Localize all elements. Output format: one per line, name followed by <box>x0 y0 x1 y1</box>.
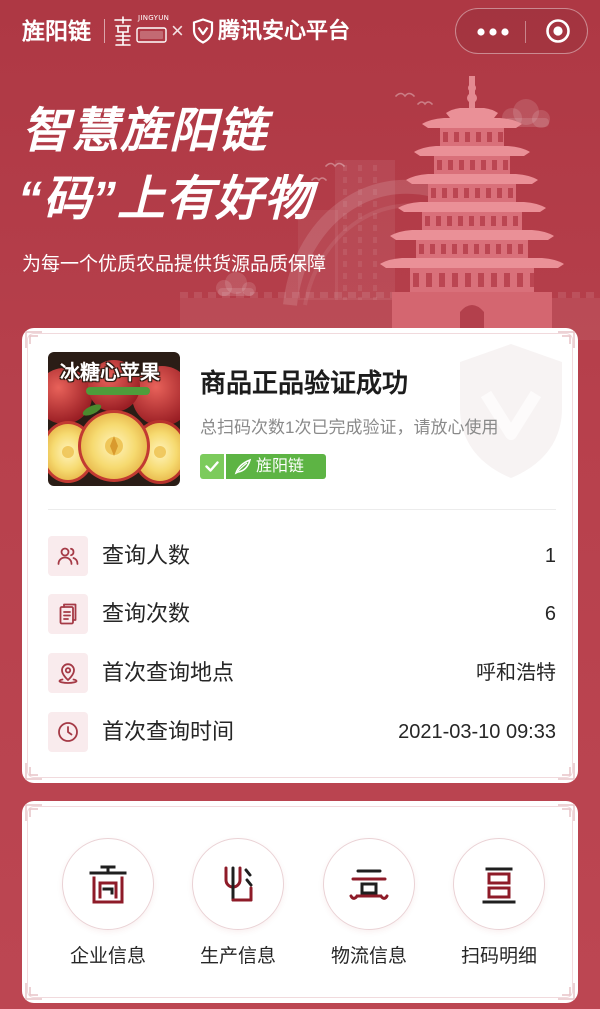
location-pin-icon <box>48 653 88 693</box>
menu-item-production[interactable]: 生产信息 <box>178 838 298 980</box>
product-tag-pill <box>86 387 150 395</box>
leaf-logo-icon <box>234 458 252 475</box>
product-image: 冰糖心苹果 <box>48 352 180 486</box>
check-icon <box>205 461 219 472</box>
document-icon <box>48 594 88 634</box>
corner-ornament <box>25 763 42 780</box>
stat-row-first-time: 首次查询时间 2021-03-10 09:33 <box>48 712 556 752</box>
product-image-label: 冰糖心苹果 <box>60 362 160 384</box>
verification-title: 商品正品验证成功 <box>200 368 409 398</box>
menu-icon-circle[interactable] <box>453 838 545 930</box>
miniprogram-capsule <box>455 8 588 54</box>
more-dots-icon[interactable] <box>476 27 510 37</box>
menu-icon-circle[interactable] <box>62 838 154 930</box>
people-icon <box>48 536 88 576</box>
scan-record-icon <box>482 867 516 904</box>
badge-check-box <box>200 454 224 479</box>
top-bar: 旌阳链 JINGYUN × 腾讯安心平台 <box>0 0 600 62</box>
brand-divider <box>104 19 105 43</box>
stat-row-query-count: 查询次数 6 <box>48 594 556 634</box>
stat-label: 查询人数 <box>102 543 191 568</box>
menu-label[interactable]: 物流信息 <box>309 945 429 969</box>
corner-ornament <box>25 331 42 348</box>
enterprise-icon <box>89 865 127 904</box>
hero-title-line2: “码”上有好物 <box>18 173 314 226</box>
stat-value: 6 <box>544 603 556 625</box>
corner-ornament <box>558 763 575 780</box>
verification-card: 冰糖心苹果 商品正品验证成功 总扫码次数1次已完成验证，请放心使用 旌阳链 查询… <box>22 328 578 783</box>
stat-label: 查询次数 <box>102 601 191 626</box>
stat-value: 呼和浩特 <box>476 662 556 684</box>
hero-subtitle: 为每一个优质农品提供货源品质保障 <box>22 254 327 275</box>
menu-label[interactable]: 扫码明细 <box>439 945 559 969</box>
production-icon <box>224 866 253 902</box>
stat-value: 1 <box>544 545 556 567</box>
corner-ornament <box>25 804 42 821</box>
menu-item-enterprise[interactable]: 企业信息 <box>48 838 168 980</box>
menu-icon-circle[interactable] <box>323 838 415 930</box>
stat-row-first-location: 首次查询地点 呼和浩特 <box>48 653 556 693</box>
corner-ornament <box>25 983 42 1000</box>
stat-value: 2021-03-10 09:33 <box>398 721 556 743</box>
logistics-icon <box>349 869 389 900</box>
badge-label-box: 旌阳链 <box>226 454 326 479</box>
target-circle-icon[interactable] <box>545 18 571 44</box>
info-menu-card: 企业信息 生产信息 物流信息 扫码明细 <box>22 801 578 1003</box>
platform-name: 腾讯安心平台 <box>218 18 351 43</box>
brand-logo-text: 旌阳链 <box>22 18 91 44</box>
menu-item-scan-records[interactable]: 扫码明细 <box>439 838 559 980</box>
badge-label: 旌阳链 <box>256 458 305 475</box>
menu-label[interactable]: 企业信息 <box>48 945 168 969</box>
divider <box>48 509 556 510</box>
corner-ornament <box>558 804 575 821</box>
shield-icon <box>192 18 214 44</box>
verification-description: 总扫码次数1次已完成验证，请放心使用 <box>200 418 499 437</box>
stat-label: 首次查询地点 <box>102 660 235 685</box>
hero-title-line1: 智慧旌阳链 <box>22 105 268 158</box>
menu-item-logistics[interactable]: 物流信息 <box>309 838 429 980</box>
separator-x: × <box>171 18 184 43</box>
stat-label: 首次查询时间 <box>102 719 235 744</box>
partner-logo-text: JINGYUN <box>138 14 170 22</box>
stat-row-query-users: 查询人数 1 <box>48 536 556 576</box>
menu-icon-circle[interactable] <box>192 838 284 930</box>
shield-watermark-icon <box>460 344 562 478</box>
corner-ornament <box>558 983 575 1000</box>
chain-badge: 旌阳链 <box>200 454 326 479</box>
capsule-divider <box>525 21 526 43</box>
clock-icon <box>48 712 88 752</box>
menu-label[interactable]: 生产信息 <box>178 945 298 969</box>
